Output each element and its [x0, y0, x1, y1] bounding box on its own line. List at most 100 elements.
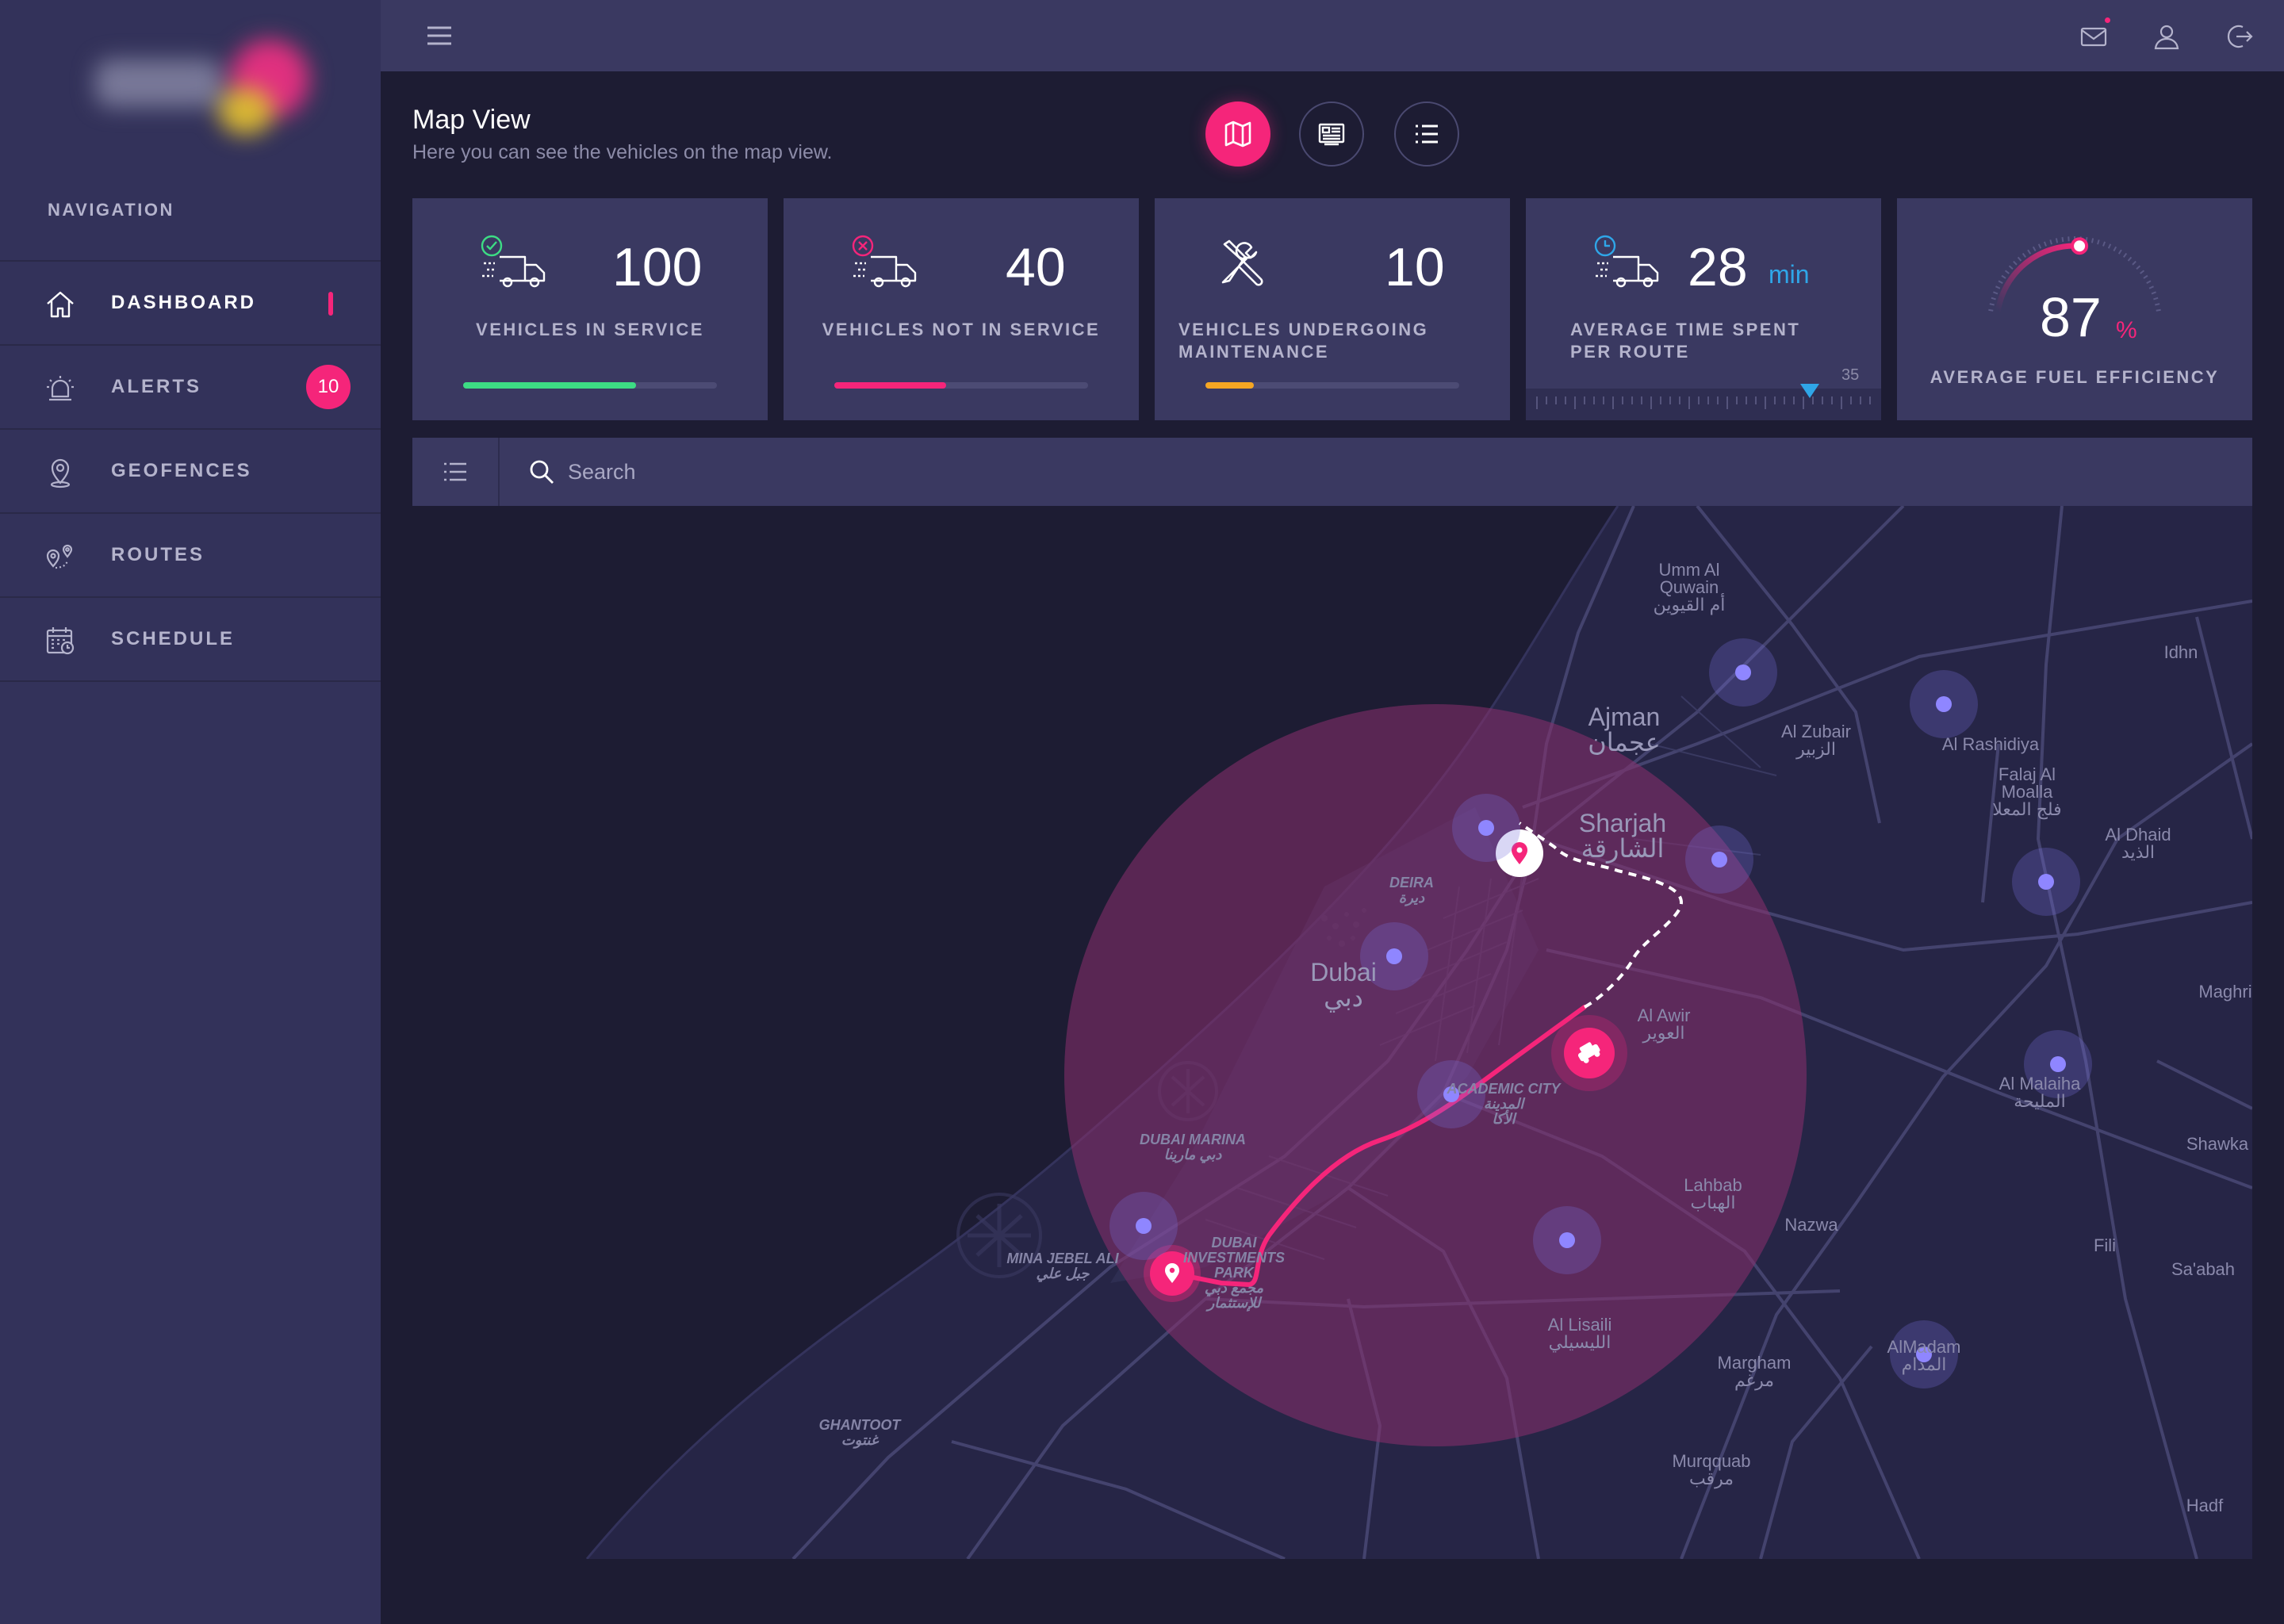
map-view-button[interactable] — [1205, 102, 1270, 167]
vehicle-node[interactable] — [1533, 1206, 1601, 1274]
stat-value: 28 — [1688, 237, 1748, 297]
vehicle-node[interactable] — [1910, 670, 1978, 738]
sidebar-item-label: ROUTES — [111, 544, 205, 565]
vehicle-node[interactable] — [1109, 1192, 1178, 1260]
map-canvas — [412, 506, 2252, 1559]
logout-icon[interactable] — [2225, 22, 2254, 51]
stat-card-not-in-service[interactable]: 40 VEHICLES NOT IN SERVICE — [784, 198, 1139, 420]
sidebar-item-schedule[interactable]: SCHEDULE — [0, 598, 381, 682]
truck-cross-icon — [852, 235, 917, 288]
list-toggle-button[interactable] — [412, 438, 500, 506]
sidebar-item-label: DASHBOARD — [111, 292, 256, 313]
gauge-tick — [2027, 249, 2032, 255]
list-icon — [1416, 124, 1438, 144]
user-icon[interactable] — [2152, 22, 2181, 51]
time-scale — [1526, 389, 1881, 420]
stat-label: VEHICLES IN SERVICE — [476, 320, 704, 339]
place-label: Umm Al Quwain أم القيوين — [1653, 560, 1726, 615]
gauge-tick — [2148, 285, 2154, 289]
place-label: Falaj Al Moalla فلج المعلا — [1992, 764, 2062, 819]
gauge-tick — [2037, 243, 2042, 249]
stat-card-fuel-efficiency[interactable]: 87 % AVERAGE FUEL EFFICIENCY — [1897, 198, 2252, 420]
stat-value: 100 — [612, 237, 703, 297]
sidebar: NAVIGATION DASHBOARD ALERTS 10 GEOFENCES — [0, 0, 381, 1624]
place-label: Shawka — [2186, 1134, 2249, 1154]
stat-label: VEHICLES NOT IN SERVICE — [822, 320, 1101, 339]
stat-label: AVERAGE TIME SPENT PER ROUTE — [1570, 319, 1800, 363]
gauge-tick — [2102, 241, 2106, 247]
place-label: Margham مرغم — [1717, 1353, 1792, 1390]
place-label: Lahbab الهباب — [1684, 1175, 1742, 1212]
place-label: Maghri — [2198, 982, 2252, 1002]
stat-label-line: VEHICLES UNDERGOING — [1178, 320, 1429, 339]
truck-clock-icon — [1594, 235, 1659, 288]
mail-icon[interactable] — [2079, 22, 2108, 51]
gauge-tick — [2143, 274, 2148, 279]
progress-fill — [1205, 382, 1254, 389]
card-view-button[interactable] — [1299, 102, 1364, 167]
gauge-tick — [2140, 270, 2145, 274]
place-label: Hadf — [2186, 1496, 2224, 1515]
gauge-tick — [2008, 265, 2014, 270]
map-pin-icon — [50, 458, 71, 488]
page-title: Map View — [412, 105, 531, 135]
sidebar-item-alerts[interactable]: ALERTS 10 — [0, 346, 381, 430]
gauge-tick — [2132, 260, 2136, 266]
place-label: AlMadam المدام — [1887, 1337, 1961, 1374]
progress-fill — [834, 382, 946, 389]
gauge-tick — [2136, 265, 2141, 270]
stat-value: 10 — [1385, 237, 1445, 297]
gauge-tick — [2113, 246, 2117, 251]
active-marker — [328, 292, 333, 316]
place-label: Ajman عجمان — [1588, 703, 1661, 756]
gauge-tick — [2151, 291, 2156, 295]
vehicle-node[interactable] — [1452, 794, 1520, 862]
progress-fill — [463, 382, 636, 389]
place-label: Sa'abah — [2171, 1259, 2236, 1279]
sidebar-item-geofences[interactable]: GEOFENCES — [0, 430, 381, 514]
vehicle-node[interactable] — [2012, 848, 2080, 916]
map-view[interactable]: Umm Al Quwain أم القيوين Ajman عجمان Sha… — [412, 506, 2252, 1559]
stat-card-average-time[interactable]: 28 min AVERAGE TIME SPENT PER ROUTE 35 — [1526, 198, 1881, 420]
nav-list: DASHBOARD ALERTS 10 GEOFENCES ROUTES SCH… — [0, 260, 381, 682]
truck-check-icon — [481, 235, 546, 288]
stat-unit: % — [2116, 317, 2137, 343]
time-scale-max: 35 — [1841, 366, 1860, 384]
vehicle-node[interactable] — [1685, 825, 1753, 894]
home-icon — [47, 291, 74, 318]
vehicle-marker — [1551, 1015, 1627, 1091]
place-label: DUBAI INVESTMENTS PARK مجمع دبي للإستثما… — [1182, 1235, 1286, 1311]
time-scale-pointer — [1800, 384, 1819, 398]
sidebar-item-dashboard[interactable]: DASHBOARD — [0, 262, 381, 346]
search-input[interactable] — [568, 452, 1361, 492]
gauge-tick — [2032, 246, 2037, 251]
stat-card-in-service[interactable]: 100 VEHICLES IN SERVICE — [412, 198, 768, 420]
place-label: ACADEMIC CITY المدينة الأكا — [1447, 1081, 1561, 1127]
sidebar-item-routes[interactable]: ROUTES — [0, 514, 381, 598]
place-label: Al Awir العوير — [1637, 1005, 1691, 1043]
place-label: Al Rashidiya — [1941, 734, 2040, 754]
progress-track — [834, 382, 1088, 389]
stat-label-line: AVERAGE TIME SPENT — [1570, 320, 1801, 339]
stat-label-line: PER ROUTE — [1570, 342, 1690, 362]
place-label: Fili — [2093, 1235, 2117, 1255]
gauge-tick — [2127, 256, 2133, 262]
gauge-tick — [2043, 241, 2047, 247]
gauge-tick — [2122, 252, 2128, 258]
place-label: Al Dhaid الذيد — [2105, 825, 2171, 862]
time-scale-ticks — [1536, 396, 1871, 409]
stat-card-maintenance[interactable]: 10 VEHICLES UNDERGOING MAINTENANCE — [1155, 198, 1510, 420]
gauge-tick — [2021, 252, 2027, 258]
gauge-tick — [1991, 297, 1996, 301]
stat-label: AVERAGE FUEL EFFICIENCY — [1930, 367, 2220, 387]
gauge-tick — [2001, 274, 2006, 279]
place-label: Murqquab مرقب — [1672, 1451, 1751, 1488]
list-view-button[interactable] — [1394, 102, 1459, 167]
place-label: Al Lisaili الليسيلي — [1547, 1315, 1612, 1352]
place-label: Dubai دبي — [1310, 958, 1377, 1012]
stat-unit: min — [1769, 260, 1810, 289]
place-label: Al Malaiha المليحة — [1998, 1074, 2081, 1111]
map-icon — [1224, 121, 1251, 147]
hamburger-menu-icon[interactable] — [425, 22, 454, 49]
vehicle-node[interactable] — [1709, 638, 1777, 707]
